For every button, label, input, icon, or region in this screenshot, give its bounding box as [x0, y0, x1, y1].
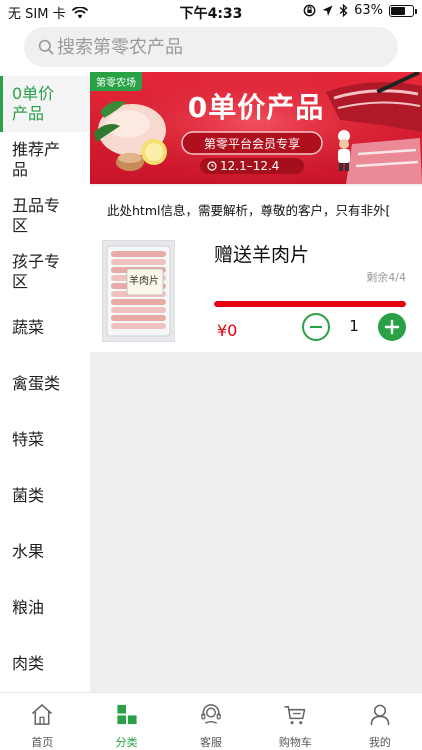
minus-icon [310, 326, 322, 328]
product-photo [103, 241, 174, 341]
quantity-value: 1 [349, 317, 359, 335]
sidebar-item-label: 孩子专区 [12, 252, 61, 291]
profile-icon [370, 704, 390, 726]
status-right: 63% [303, 3, 417, 18]
battery-fill [391, 6, 406, 15]
banner-date-range: 12.1–12.4 [220, 159, 280, 173]
sidebar-item-mushrooms[interactable]: 菌类 [0, 468, 90, 524]
orientation-lock-icon [303, 4, 316, 17]
sidebar-item-special-vegetables[interactable]: 特菜 [0, 412, 90, 468]
product-image: 羊肉片 [102, 240, 175, 342]
increase-quantity-button[interactable] [378, 313, 406, 341]
quantity-stepper: 1 [302, 313, 406, 341]
tab-cart[interactable]: 购物车 [253, 693, 337, 750]
tab-profile[interactable]: 我的 [338, 693, 422, 750]
product-price: ¥0 [217, 321, 238, 340]
sidebar-item-ugly-produce[interactable]: 丑品专区 [0, 188, 90, 244]
sidebar-item-label: 水果 [12, 542, 45, 561]
bottom-tab-bar: 首页 分类 客服 购物车 我的 [0, 692, 422, 750]
location-icon [322, 5, 333, 16]
tab-label: 分类 [115, 736, 138, 749]
app-screen: 无 SIM 卡 下午4:33 63% 搜索第零农产品 0单价产品 推荐产品 丑品… [0, 0, 422, 750]
sidebar-item-recommended[interactable]: 推荐产品 [0, 132, 90, 188]
tab-category[interactable]: 分类 [84, 693, 168, 750]
sidebar-item-grain-oil[interactable]: 粮油 [0, 580, 90, 636]
promo-banner[interactable]: 第零农场 0单价产品 第零平台会员专享 12.1–12.4 [90, 72, 422, 184]
stock-remaining: 剩余4/4 [366, 271, 406, 284]
sidebar-item-label: 肉类 [12, 654, 45, 673]
tab-label: 首页 [31, 736, 54, 749]
sidebar-item-label: 粮油 [12, 598, 45, 617]
sidebar-item-vegetables[interactable]: 蔬菜 [0, 300, 90, 356]
sidebar-item-meat[interactable]: 肉类 [0, 636, 90, 692]
stock-progress-fill [214, 301, 406, 307]
bluetooth-icon [339, 4, 348, 17]
tab-label: 客服 [200, 736, 223, 749]
tab-service[interactable]: 客服 [169, 693, 253, 750]
sidebar-item-label: 禽蛋类 [12, 374, 61, 393]
sidebar-item-label: 0单价产品 [12, 84, 55, 123]
category-icon [116, 702, 140, 725]
tab-label: 购物车 [278, 736, 312, 749]
sidebar-item-kids[interactable]: 孩子专区 [0, 244, 90, 300]
notice-text: 此处html信息，需要解析，尊敬的客户，只有非外[ [90, 186, 422, 232]
plus-icon [384, 319, 400, 335]
package-label: 羊肉片 [129, 276, 159, 287]
banner-subtitle: 第零平台会员专享 [203, 137, 300, 151]
sidebar-item-label: 推荐产品 [12, 140, 61, 179]
search-input[interactable] [57, 36, 377, 58]
status-bar: 无 SIM 卡 下午4:33 63% [0, 0, 422, 24]
sidebar-item-zero-price[interactable]: 0单价产品 [0, 76, 90, 132]
product-name: 赠送羊肉片 [214, 244, 310, 266]
battery-percent: 63% [354, 3, 383, 18]
sidebar-item-label: 菌类 [12, 486, 45, 505]
banner-title: 0单价产品 [187, 91, 325, 124]
search-bar[interactable] [24, 27, 398, 67]
battery-icon [389, 4, 417, 17]
tab-home[interactable]: 首页 [0, 693, 84, 750]
sidebar-item-label: 蔬菜 [12, 318, 45, 337]
sidebar-item-label: 丑品专区 [12, 196, 61, 235]
stock-progress-bar [214, 301, 406, 307]
product-card[interactable]: 羊肉片 赠送羊肉片 剩余4/4 ¥0 1 [90, 232, 422, 352]
search-icon [38, 39, 54, 55]
sidebar-item-label: 特菜 [12, 430, 45, 449]
service-icon [201, 704, 221, 724]
sidebar-item-fruit[interactable]: 水果 [0, 524, 90, 580]
decrease-quantity-button[interactable] [302, 313, 330, 341]
home-icon [32, 704, 53, 725]
category-sidebar: 0单价产品 推荐产品 丑品专区 孩子专区 蔬菜 禽蛋类 特菜 菌类 水果 粮油 … [0, 76, 90, 692]
sidebar-item-poultry-eggs[interactable]: 禽蛋类 [0, 356, 90, 412]
cart-icon [284, 706, 306, 725]
product-list-panel: 第零农场 0单价产品 第零平台会员专享 12.1–12.4 此处html信息，需… [90, 72, 422, 692]
tab-label: 我的 [368, 736, 391, 749]
